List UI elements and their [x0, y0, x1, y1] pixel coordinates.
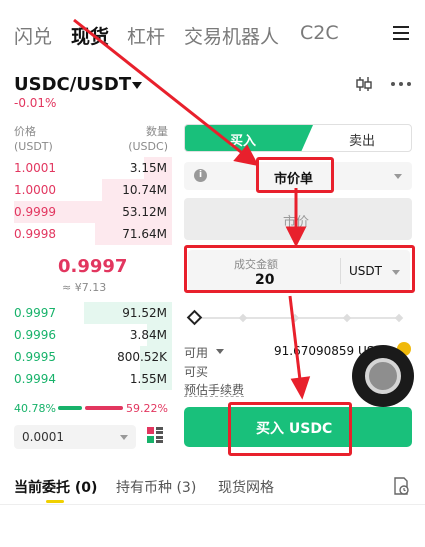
ask-qty: 53.12M	[122, 205, 167, 219]
last-price-fiat: ≈ ¥7.13	[62, 281, 107, 294]
ask-qty: 10.74M	[122, 183, 167, 197]
price-header: 价格 (USDT)	[14, 125, 53, 153]
nav-tab-c2c[interactable]: C2C	[300, 22, 339, 44]
bid-row[interactable]: 0.9997 91.52M	[0, 302, 172, 324]
ask-price: 1.0001	[14, 161, 56, 175]
pair-chevron-down-icon[interactable]	[132, 82, 142, 89]
bid-row[interactable]: 0.9994 1.55M	[0, 368, 172, 390]
tab-divider	[0, 504, 425, 505]
side-switch: 买入 卖出	[184, 124, 412, 152]
bid-qty: 91.52M	[122, 306, 167, 320]
qty-header: 数量 (USDC)	[128, 125, 168, 153]
buy-ratio: 40.78%	[14, 402, 56, 415]
ask-qty: 3.15M	[129, 161, 167, 175]
info-icon[interactable]: i	[194, 169, 207, 182]
bid-qty: 800.52K	[117, 350, 167, 364]
slider-tick[interactable]	[238, 313, 248, 323]
bid-qty: 3.84M	[129, 328, 167, 342]
bid-row[interactable]: 0.9995 800.52K	[0, 346, 172, 368]
tab-spot-grid[interactable]: 现货网格	[218, 477, 274, 497]
nav-tab-bots[interactable]: 交易机器人	[184, 22, 279, 49]
annotation-box-order-type	[256, 157, 334, 193]
slider-tick[interactable]	[342, 313, 352, 323]
slider-tick[interactable]	[290, 313, 300, 323]
last-price: 0.9997	[58, 256, 128, 277]
bid-price: 0.9995	[14, 350, 56, 364]
buy-tab-label: 买入	[229, 134, 256, 149]
price-placeholder: 市价	[283, 215, 310, 230]
ask-price: 1.0000	[14, 183, 56, 197]
ask-row[interactable]: 1.0000 10.74M	[0, 179, 172, 201]
available-label: 可用	[184, 346, 209, 360]
nav-tab-margin[interactable]: 杠杆	[127, 22, 165, 49]
ask-row[interactable]: 0.9999 53.12M	[0, 201, 172, 223]
history-icon[interactable]	[392, 477, 410, 496]
bid-price: 0.9997	[14, 306, 56, 320]
ask-row[interactable]: 0.9998 71.64M	[0, 223, 172, 245]
trading-pair[interactable]: USDC/USDT	[14, 74, 131, 95]
sell-ratio: 59.22%	[126, 402, 168, 415]
chevron-down-icon[interactable]	[216, 349, 224, 354]
sell-tab[interactable]: 卖出	[313, 130, 411, 149]
slider-tick[interactable]	[394, 313, 404, 323]
more-dots-icon[interactable]	[391, 82, 411, 86]
grid-icon[interactable]	[146, 426, 164, 444]
ask-price: 0.9998	[14, 227, 56, 241]
ask-price: 0.9999	[14, 205, 56, 219]
hamburger-icon[interactable]	[393, 26, 409, 40]
annotation-box-buy-button	[228, 402, 352, 456]
bid-row[interactable]: 0.9996 3.84M	[0, 324, 172, 346]
top-nav: 闪兑 现货 杠杆 交易机器人 C2C	[0, 0, 425, 66]
tab-holdings[interactable]: 持有币种 (3)	[116, 477, 196, 497]
tab-open-orders[interactable]: 当前委托 (0)	[14, 477, 97, 497]
fee-underline	[184, 396, 244, 397]
bid-qty: 1.55M	[129, 372, 167, 386]
assistive-ring-icon	[365, 358, 401, 394]
bid-price: 0.9994	[14, 372, 56, 386]
chevron-down-icon	[394, 174, 402, 179]
sell-ratio-bar	[85, 406, 123, 410]
slider-handle[interactable]	[186, 309, 203, 326]
active-tab-indicator	[46, 500, 64, 503]
buy-ratio-bar	[58, 406, 82, 410]
depth-precision-select[interactable]: 0.0001	[14, 425, 136, 449]
candlestick-icon[interactable]	[355, 76, 373, 92]
bid-price: 0.9996	[14, 328, 56, 342]
nav-tab-swap[interactable]: 闪兑	[14, 22, 52, 49]
ask-qty: 71.64M	[122, 227, 167, 241]
floating-assistive-button[interactable]	[352, 345, 414, 407]
nav-tab-spot[interactable]: 现货	[71, 22, 109, 49]
annotation-arrow	[288, 295, 302, 381]
price-change: -0.01%	[14, 96, 57, 110]
can-buy-label: 可买	[184, 365, 209, 379]
annotation-box-amount	[184, 245, 415, 293]
amount-slider[interactable]	[186, 309, 406, 326]
depth-precision-value: 0.0001	[22, 430, 64, 444]
chevron-down-icon	[120, 435, 128, 440]
annotation-arrowhead	[290, 376, 311, 400]
ask-row[interactable]: 1.0001 3.15M	[0, 157, 172, 179]
